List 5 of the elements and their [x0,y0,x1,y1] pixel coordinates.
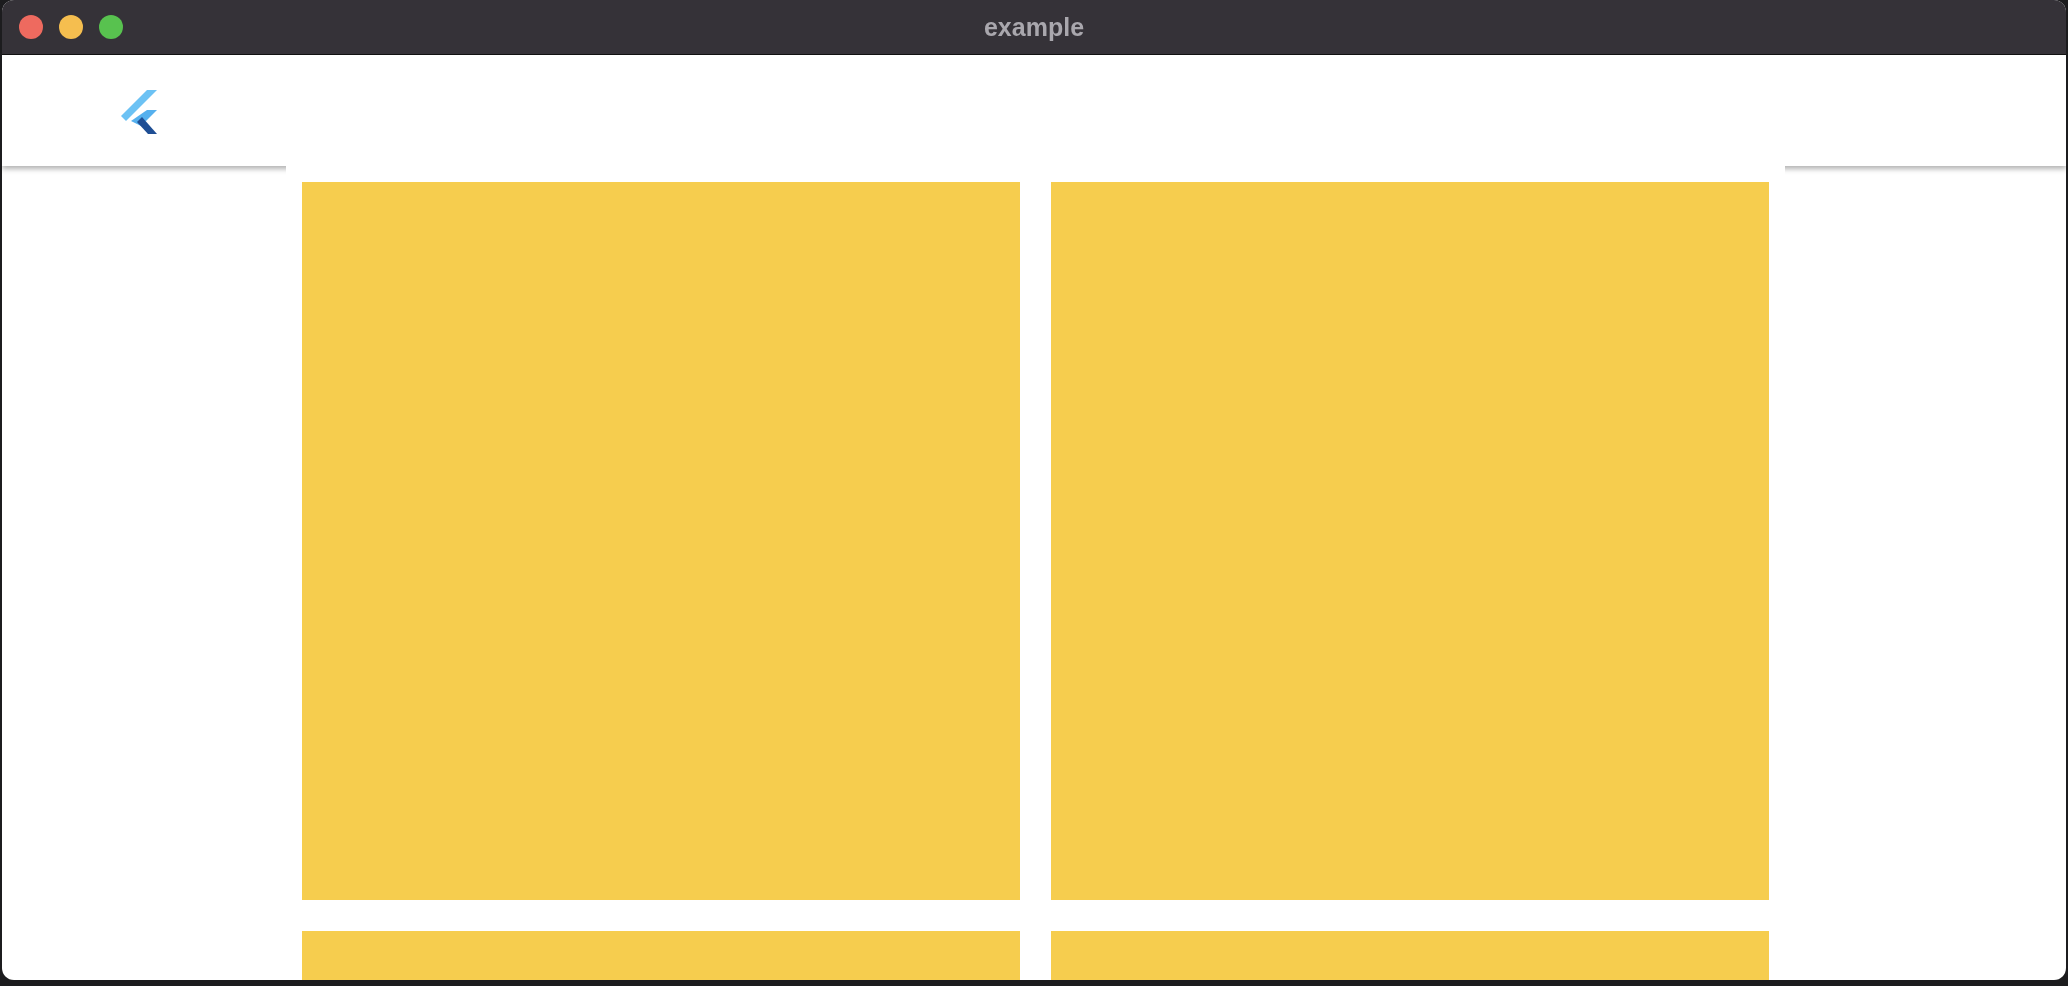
logo-icon [121,89,157,134]
maximize-button[interactable] [99,15,123,39]
window-title: example [983,12,1085,42]
minimize-button[interactable] [59,15,83,39]
close-button[interactable] [19,15,43,39]
